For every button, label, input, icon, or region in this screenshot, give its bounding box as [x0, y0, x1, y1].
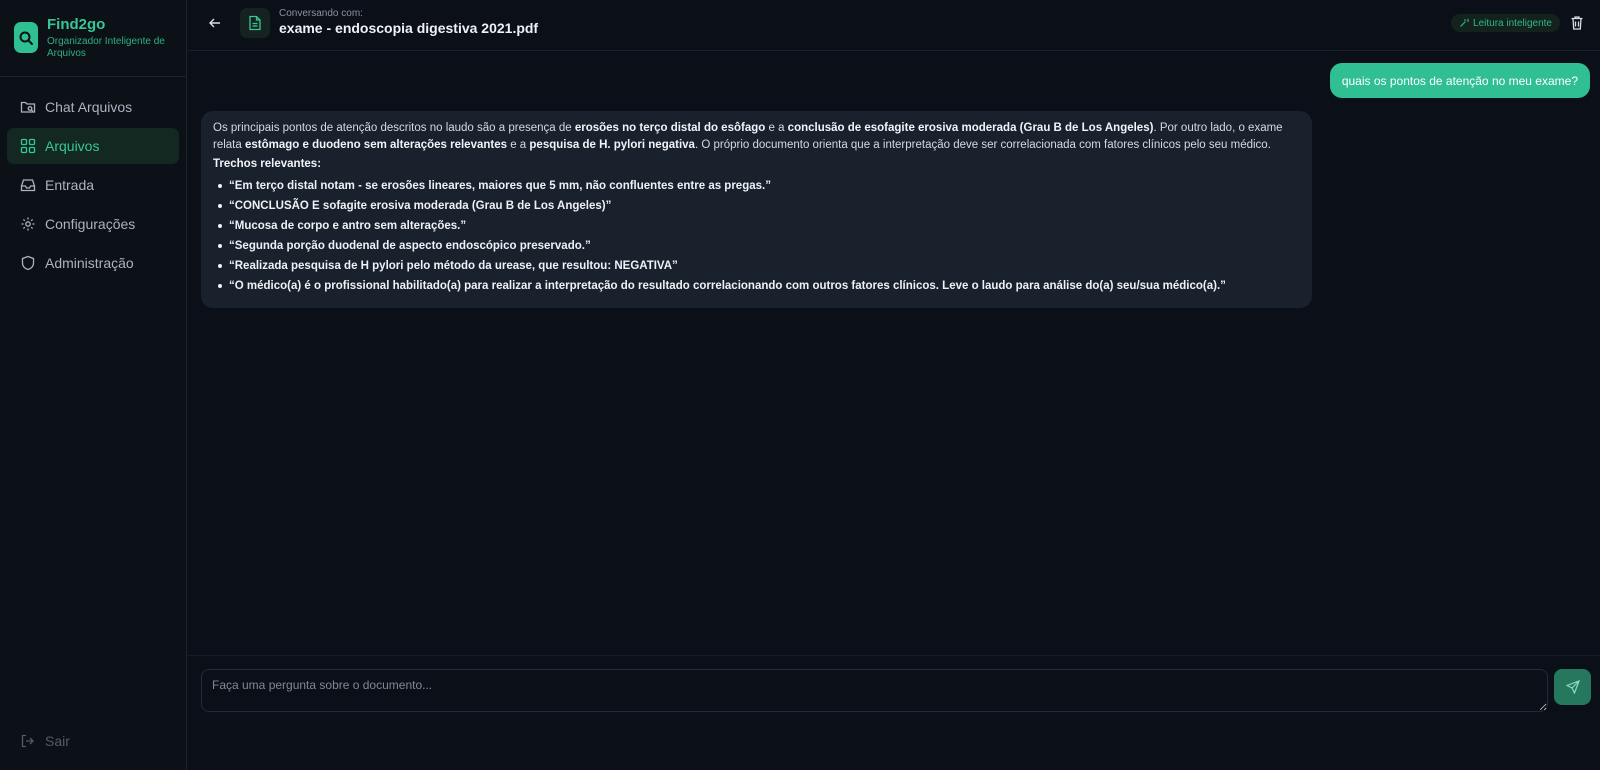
sidebar-nav: Chat Arquivos Arquivos Entrada Configura… — [0, 89, 186, 281]
sidebar-item-chat-arquivos[interactable]: Chat Arquivos — [7, 89, 179, 125]
sidebar-item-label: Entrada — [45, 177, 95, 193]
excerpt-item: “Realizada pesquisa de H pylori pelo mét… — [213, 256, 1300, 276]
sidebar-item-configuracoes[interactable]: Configurações — [7, 206, 179, 242]
grid-icon — [20, 138, 36, 154]
question-input[interactable] — [201, 669, 1548, 712]
sidebar-item-arquivos[interactable]: Arquivos — [7, 128, 179, 164]
excerpt-item: “O médico(a) é o profissional habilitado… — [213, 276, 1300, 296]
excerpt-item: “Em terço distal notam - se erosões line… — [213, 176, 1300, 196]
app-logo-icon — [14, 22, 38, 53]
send-button[interactable] — [1554, 669, 1591, 705]
gear-icon — [20, 216, 36, 232]
inbox-icon — [20, 177, 36, 193]
user-message: quais os pontos de atenção no meu exame? — [1329, 63, 1590, 98]
logout-button[interactable]: Sair — [20, 733, 70, 749]
excerpt-item: “Segunda porção duodenal de aspecto endo… — [213, 236, 1300, 256]
logout-label: Sair — [45, 733, 70, 749]
sidebar-item-administracao[interactable]: Administração — [7, 245, 179, 281]
smart-reading-badge: Leitura inteligente — [1451, 14, 1560, 32]
sparkle-icon — [1459, 18, 1470, 28]
shield-icon — [20, 255, 36, 271]
sidebar: Find2go Organizador Inteligente de Arqui… — [0, 0, 187, 770]
sidebar-item-label: Chat Arquivos — [45, 99, 133, 115]
assistant-summary: Os principais pontos de atenção descrito… — [213, 122, 1283, 151]
excerpts-list: “Em terço distal notam - se erosões line… — [213, 176, 1300, 296]
document-icon — [240, 8, 270, 38]
excerpt-item: “CONCLUSÃO E sofagite erosiva moderada (… — [213, 196, 1300, 216]
back-button[interactable] — [207, 15, 223, 31]
folder-search-icon — [20, 99, 36, 115]
chat-header: Conversando com: exame - endoscopia dige… — [188, 0, 1600, 51]
delete-button[interactable] — [1570, 15, 1584, 31]
excerpts-heading: Trechos relevantes: — [213, 158, 322, 170]
app-name: Find2go — [47, 16, 106, 33]
assistant-message: Os principais pontos de atenção descrito… — [201, 111, 1312, 308]
sidebar-item-label: Arquivos — [45, 138, 100, 154]
conversing-label: Conversando com: — [279, 8, 363, 19]
smart-reading-label: Leitura inteligente — [1473, 17, 1552, 29]
app-subtitle: Organizador Inteligente de Arquivos — [47, 36, 165, 59]
sidebar-item-label: Administração — [45, 255, 134, 271]
logout-icon — [20, 733, 36, 749]
document-title: exame - endoscopia digestiva 2021.pdf — [279, 20, 539, 36]
trash-icon — [1571, 16, 1583, 30]
sidebar-item-entrada[interactable]: Entrada — [7, 167, 179, 203]
arrow-left-icon — [209, 18, 220, 28]
brand: Find2go Organizador Inteligente de Arqui… — [0, 0, 186, 77]
excerpt-item: “Mucosa de corpo e antro sem alterações.… — [213, 216, 1300, 236]
sidebar-item-label: Configurações — [45, 216, 136, 232]
send-icon — [1565, 680, 1580, 694]
